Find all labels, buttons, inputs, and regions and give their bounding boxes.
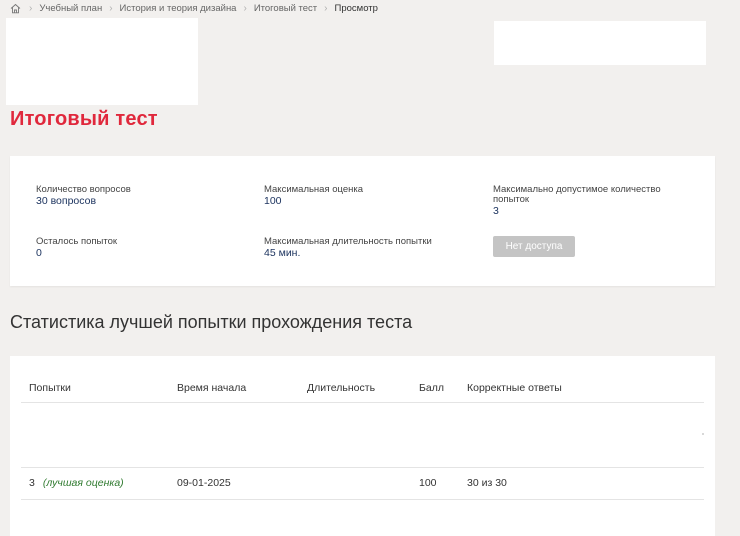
max-duration-value: 45 мин. xyxy=(264,247,301,259)
max-score-label: Максимальная оценка xyxy=(264,184,364,195)
test-info-card: Количество вопросов 30 вопросов Максимал… xyxy=(10,156,715,286)
max-attempts: Максимально допустимое количество попыто… xyxy=(493,185,661,218)
remaining-attempts: Осталось попыток 0 xyxy=(36,236,118,260)
score-cell: 100 xyxy=(419,477,437,489)
column-header-duration: Длительность xyxy=(307,382,376,394)
stats-section-title: Статистика лучшей попытки прохождения те… xyxy=(10,312,413,332)
breadcrumb-item-course[interactable]: История и теория дизайна xyxy=(120,3,237,14)
column-header-start-time: Время начала xyxy=(177,382,247,394)
chevron-right-icon: › xyxy=(109,2,113,14)
breadcrumb-item-test[interactable]: Итоговый тест xyxy=(254,3,317,14)
questions-count: Количество вопросов 30 вопросов xyxy=(36,184,131,208)
column-header-score: Балл xyxy=(419,382,444,394)
questions-count-label: Количество вопросов xyxy=(36,184,131,195)
stats-table: Попытки Время начала Длительность Балл К… xyxy=(10,356,715,536)
max-score-value: 100 xyxy=(264,195,282,207)
max-attempts-value: 3 xyxy=(493,205,499,217)
breadcrumb-item-current: Просмотр xyxy=(334,2,378,14)
no-access-button[interactable]: Нет доступа xyxy=(493,236,575,257)
questions-count-value: 30 вопросов xyxy=(36,195,97,207)
best-score-note: (лучшая оценка) xyxy=(42,477,124,489)
start-time-cell: 09-01-2025 xyxy=(177,477,231,489)
max-duration: Максимальная длительность попытки 45 мин… xyxy=(264,236,432,260)
logo-placeholder xyxy=(6,18,198,105)
attempt-cell: 3 (лучшая оценка) xyxy=(29,477,124,489)
chevron-right-icon: › xyxy=(243,2,247,14)
chevron-right-icon: › xyxy=(324,2,328,14)
header-placeholder xyxy=(494,21,706,65)
page-title: Итоговый тест xyxy=(10,108,158,130)
home-icon[interactable] xyxy=(10,2,22,14)
remaining-attempts-label: Осталось попыток xyxy=(36,236,118,247)
row-bottom-divider xyxy=(21,499,704,500)
attempt-number: 3 xyxy=(29,477,35,489)
max-attempts-label-line2: попыток xyxy=(493,194,530,205)
header-divider xyxy=(21,402,704,403)
correct-answers-cell: 30 из 30 xyxy=(467,477,507,489)
max-score: Максимальная оценка 100 xyxy=(264,184,364,208)
row-divider xyxy=(21,467,704,468)
breadcrumb: › Учебный план › История и теория дизайн… xyxy=(10,1,378,15)
scroll-indicator xyxy=(702,433,704,435)
column-header-attempts: Попытки xyxy=(29,382,71,394)
max-duration-label: Максимальная длительность попытки xyxy=(264,236,432,247)
column-header-correct: Корректные ответы xyxy=(467,382,562,394)
chevron-right-icon: › xyxy=(29,2,33,14)
breadcrumb-item-curriculum[interactable]: Учебный план xyxy=(39,3,102,14)
remaining-attempts-value: 0 xyxy=(36,247,42,259)
